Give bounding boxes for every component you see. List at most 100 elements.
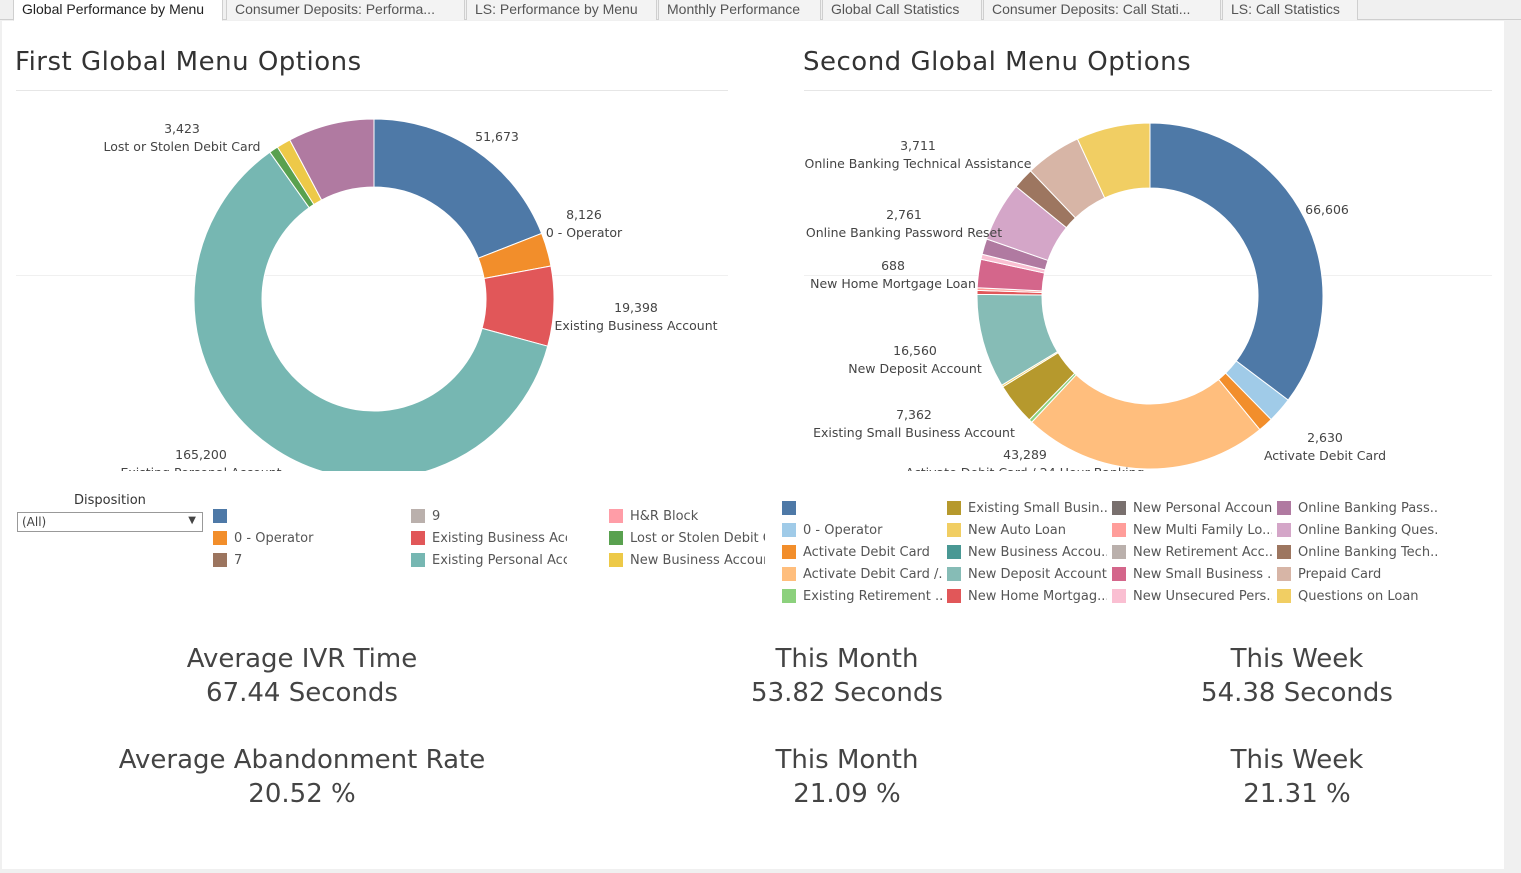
legend-item-new-business-accoun[interactable]: New Business Accoun xyxy=(609,553,765,569)
kpi-value: 67.44 Seconds xyxy=(206,678,398,708)
tab-monthly-performance[interactable]: Monthly Performance xyxy=(658,0,821,20)
slice-name-label: Online Banking Technical Assistance xyxy=(805,156,1032,171)
slice-value-label: 66,606 xyxy=(1305,202,1349,217)
filter-label: Disposition xyxy=(74,493,146,508)
disposition-filter-select[interactable]: (All) ▼ xyxy=(17,512,203,532)
legend-label: New Small Business ... xyxy=(1133,567,1272,582)
chevron-down-icon: ▼ xyxy=(188,515,196,526)
legend-item-new-small-business[interactable]: New Small Business ... xyxy=(1112,567,1272,583)
legend-item-new-personal-account[interactable]: New Personal Account xyxy=(1112,501,1272,517)
legend-swatch xyxy=(947,567,961,581)
legend-item-existing-retirement[interactable]: Existing Retirement ... xyxy=(782,589,942,605)
legend-swatch xyxy=(947,589,961,603)
slice-value-label: 3,711 xyxy=(900,138,936,153)
legend-item-lost-or-stolen-debit-c[interactable]: Lost or Stolen Debit C xyxy=(609,531,765,547)
tab-ls-call-statistics[interactable]: LS: Call Statistics xyxy=(1222,0,1358,20)
tab-consumer-deposits-call-statistics[interactable]: Consumer Deposits: Call Stati... xyxy=(983,0,1221,20)
legend-item-activate-debit-card[interactable]: Activate Debit Card /... xyxy=(782,567,942,583)
legend-label: New Home Mortgag... xyxy=(968,589,1107,604)
tab-ls-performance-by-menu[interactable]: LS: Performance by Menu xyxy=(466,0,657,20)
slice-name-label: Online Banking Password Reset xyxy=(806,225,1002,240)
slice-value-label: 2,761 xyxy=(886,207,922,222)
legend-item-new-deposit-account[interactable]: New Deposit Account xyxy=(947,567,1107,583)
legend-label: Existing Retirement ... xyxy=(803,589,942,604)
tab-global-call-statistics[interactable]: Global Call Statistics xyxy=(822,0,982,20)
legend-swatch xyxy=(1112,545,1126,559)
legend-item-unlabeled[interactable] xyxy=(782,501,942,517)
legend-label: New Personal Account xyxy=(1133,501,1272,516)
legend-label: Existing Small Busin... xyxy=(968,501,1107,516)
kpi-label: Average IVR Time xyxy=(186,644,418,674)
donut-slice-unlabeled[interactable] xyxy=(1149,122,1324,401)
legend-item-unlabeled[interactable] xyxy=(213,509,369,525)
legend-swatch xyxy=(411,553,425,567)
slice-value-label: 3,423 xyxy=(164,121,200,136)
kpi-label: This Week xyxy=(1230,644,1364,674)
legend-item-new-retirement-acc[interactable]: New Retirement Acc... xyxy=(1112,545,1272,561)
kpi-ivr-this-week: This Week 54.38 Seconds xyxy=(1087,643,1507,711)
legend-item-7[interactable]: 7 xyxy=(213,553,369,569)
kpi-average-ivr-time: Average IVR Time 67.44 Seconds xyxy=(92,643,512,711)
first-donut-chart[interactable]: 51,673 8,126 0 - Operator 19,398 Existing Bu… xyxy=(2,91,742,471)
legend-item-activate-debit-card[interactable]: Activate Debit Card xyxy=(782,545,942,561)
legend-item-new-multi-family-lo[interactable]: New Multi Family Lo... xyxy=(1112,523,1272,539)
legend-label: New Retirement Acc... xyxy=(1133,545,1272,560)
legend-swatch xyxy=(213,509,227,523)
legend-item-online-banking-ques[interactable]: Online Banking Ques... xyxy=(1277,523,1437,539)
legend-item-existing-business-account[interactable]: Existing Business Account xyxy=(411,531,567,547)
kpi-value: 21.31 % xyxy=(1243,779,1351,809)
legend-label: 9 xyxy=(432,509,441,524)
legend-swatch xyxy=(609,531,623,545)
donut-slice-activate-debit-card-24-hour-banking[interactable] xyxy=(1031,374,1261,470)
kpi-label: Average Abandonment Rate xyxy=(118,745,486,775)
slice-name-label: 0 - Operator xyxy=(546,225,623,240)
legend-item-new-home-mortgag[interactable]: New Home Mortgag... xyxy=(947,589,1107,605)
legend-label: Questions on Loan xyxy=(1298,589,1419,604)
tab-consumer-deposits-performance[interactable]: Consumer Deposits: Performa... xyxy=(226,0,465,20)
second-donut-chart[interactable]: 66,606 2,630 Activate Debit Card 43,289 Acti… xyxy=(782,91,1502,471)
tab-label: LS: Performance by Menu xyxy=(475,1,638,17)
kpi-abandonment-this-month: This Month 21.09 % xyxy=(637,744,1057,812)
legend-swatch xyxy=(609,553,623,567)
legend-item-prepaid-card[interactable]: Prepaid Card xyxy=(1277,567,1437,583)
kpi-ivr-this-month: This Month 53.82 Seconds xyxy=(637,643,1057,711)
legend-label: Existing Personal Account xyxy=(432,553,567,568)
legend-label: New Deposit Account xyxy=(968,567,1107,582)
legend-swatch xyxy=(411,531,425,545)
tab-label: Consumer Deposits: Call Stati... xyxy=(992,1,1191,17)
legend-label: 0 - Operator xyxy=(234,531,314,546)
legend-label: New Business Accoun xyxy=(630,553,765,568)
chart-title-second: Second Global Menu Options xyxy=(803,47,1192,77)
slice-value-label: 19,398 xyxy=(614,300,658,315)
legend-item-online-banking-pass[interactable]: Online Banking Pass... xyxy=(1277,501,1437,517)
dashboard-canvas: First Global Menu Options Second Global … xyxy=(2,21,1504,869)
legend-item-0-operator[interactable]: 0 - Operator xyxy=(213,531,369,547)
slice-name-label: Activate Debit Card xyxy=(1264,448,1386,463)
legend-swatch xyxy=(213,553,227,567)
legend-item-existing-personal-account[interactable]: Existing Personal Account xyxy=(411,553,567,569)
kpi-abandonment-this-week: This Week 21.31 % xyxy=(1087,744,1507,812)
legend-swatch xyxy=(1277,567,1291,581)
slice-name-label: Lost or Stolen Debit Card xyxy=(104,139,261,154)
legend-item-existing-small-busin[interactable]: Existing Small Busin... xyxy=(947,501,1107,517)
tab-global-performance-by-menu[interactable]: Global Performance by Menu xyxy=(13,0,223,21)
kpi-label: This Month xyxy=(775,745,919,775)
legend-swatch xyxy=(1277,523,1291,537)
tab-bar: Global Performance by Menu Consumer Depo… xyxy=(0,0,1521,21)
legend-item-questions-on-loan[interactable]: Questions on Loan xyxy=(1277,589,1437,605)
legend-item-online-banking-tech[interactable]: Online Banking Tech... xyxy=(1277,545,1437,561)
legend-item-0-operator[interactable]: 0 - Operator xyxy=(782,523,942,539)
legend-swatch xyxy=(782,545,796,559)
legend-item-new-unsecured-pers[interactable]: New Unsecured Pers... xyxy=(1112,589,1272,605)
legend-label: H&R Block xyxy=(630,509,699,524)
legend-swatch xyxy=(782,589,796,603)
legend-item-new-auto-loan[interactable]: New Auto Loan xyxy=(947,523,1107,539)
legend-label: Existing Business Account xyxy=(432,531,567,546)
legend-swatch xyxy=(1112,501,1126,515)
chart-title-first: First Global Menu Options xyxy=(15,47,362,77)
legend-item-h-r-block[interactable]: H&R Block xyxy=(609,509,765,525)
legend-item-new-business-accou[interactable]: New Business Accou... xyxy=(947,545,1107,561)
slice-value-label: 7,362 xyxy=(896,407,932,422)
legend-swatch xyxy=(782,523,796,537)
legend-item-9[interactable]: 9 xyxy=(411,509,567,525)
